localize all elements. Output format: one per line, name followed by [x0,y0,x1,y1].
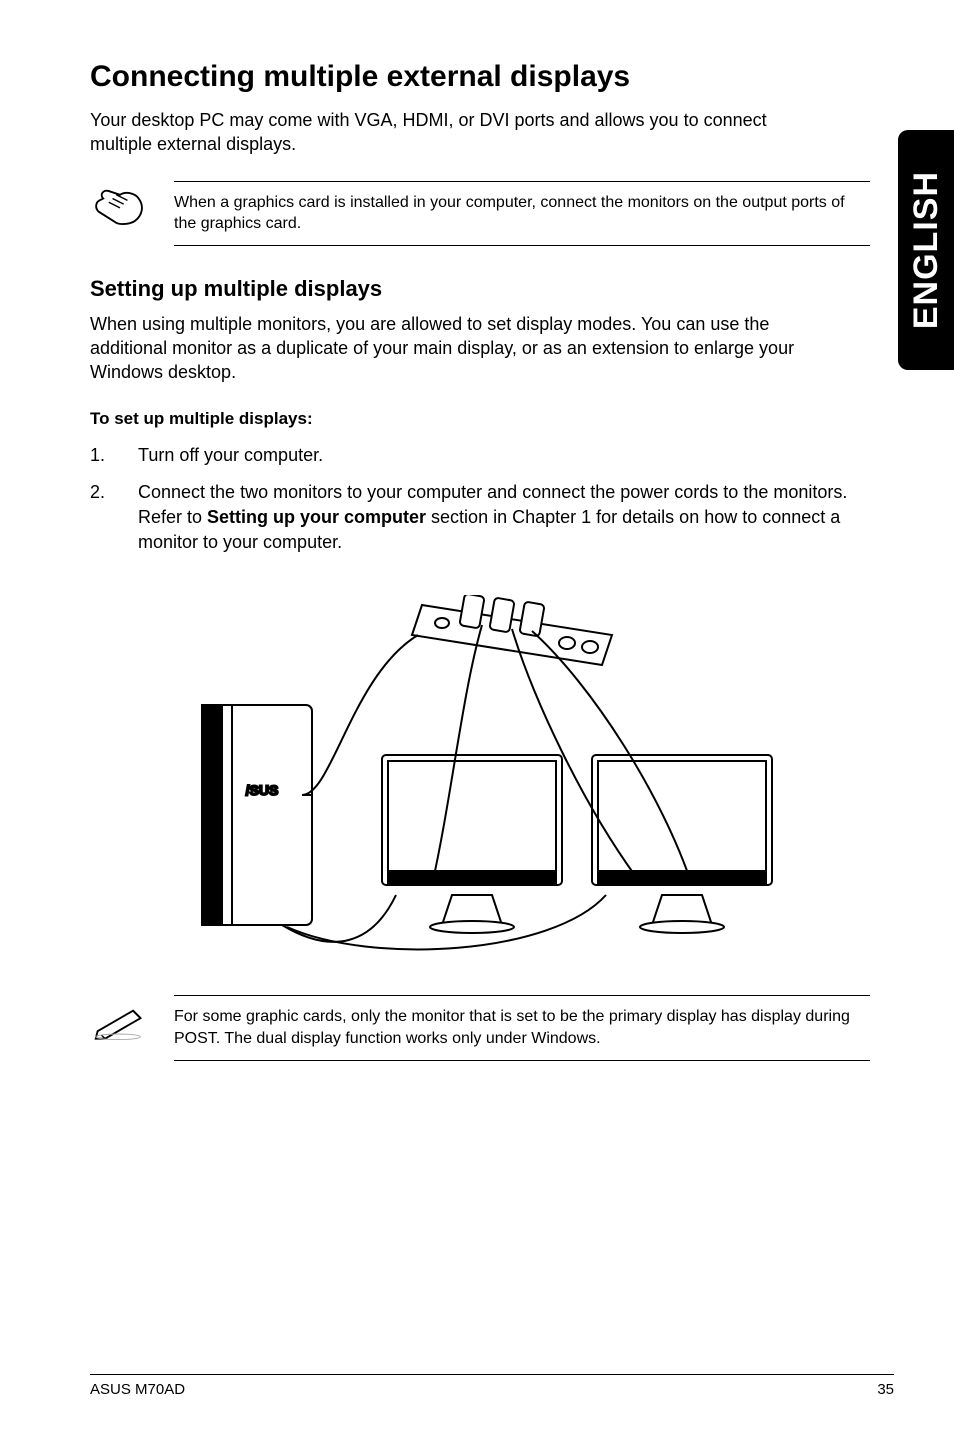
page-footer: ASUS M70AD 35 [90,1374,894,1398]
page-title: Connecting multiple external displays [90,60,894,94]
section-heading: Setting up multiple displays [90,276,894,302]
note-graphics-card-text: When a graphics card is installed in you… [174,181,870,246]
steps-list: 1. Turn off your computer. 2. Connect th… [90,443,850,556]
intro-paragraph: Your desktop PC may come with VGA, HDMI,… [90,108,830,157]
hand-pointing-icon [90,181,150,231]
note-graphics-card: When a graphics card is installed in you… [90,181,870,246]
step-item: 2. Connect the two monitors to your comp… [90,480,850,556]
setup-illustration: /SUS [90,595,894,955]
footer-page-number: 35 [877,1381,894,1398]
svg-text:/SUS: /SUS [246,782,279,798]
step-text: Connect the two monitors to your compute… [138,480,850,556]
footer-model: ASUS M70AD [90,1381,185,1398]
steps-heading: To set up multiple displays: [90,409,894,429]
step-text: Turn off your computer. [138,443,323,468]
step-number: 1. [90,443,110,468]
pencil-note-icon [90,995,150,1045]
step-number: 2. [90,480,110,556]
step-item: 1. Turn off your computer. [90,443,850,468]
note-post-display: For some graphic cards, only the monitor… [90,995,870,1060]
note-post-display-text: For some graphic cards, only the monitor… [174,995,870,1060]
page-content: Connecting multiple external displays Yo… [0,0,954,1438]
section-intro: When using multiple monitors, you are al… [90,312,830,385]
